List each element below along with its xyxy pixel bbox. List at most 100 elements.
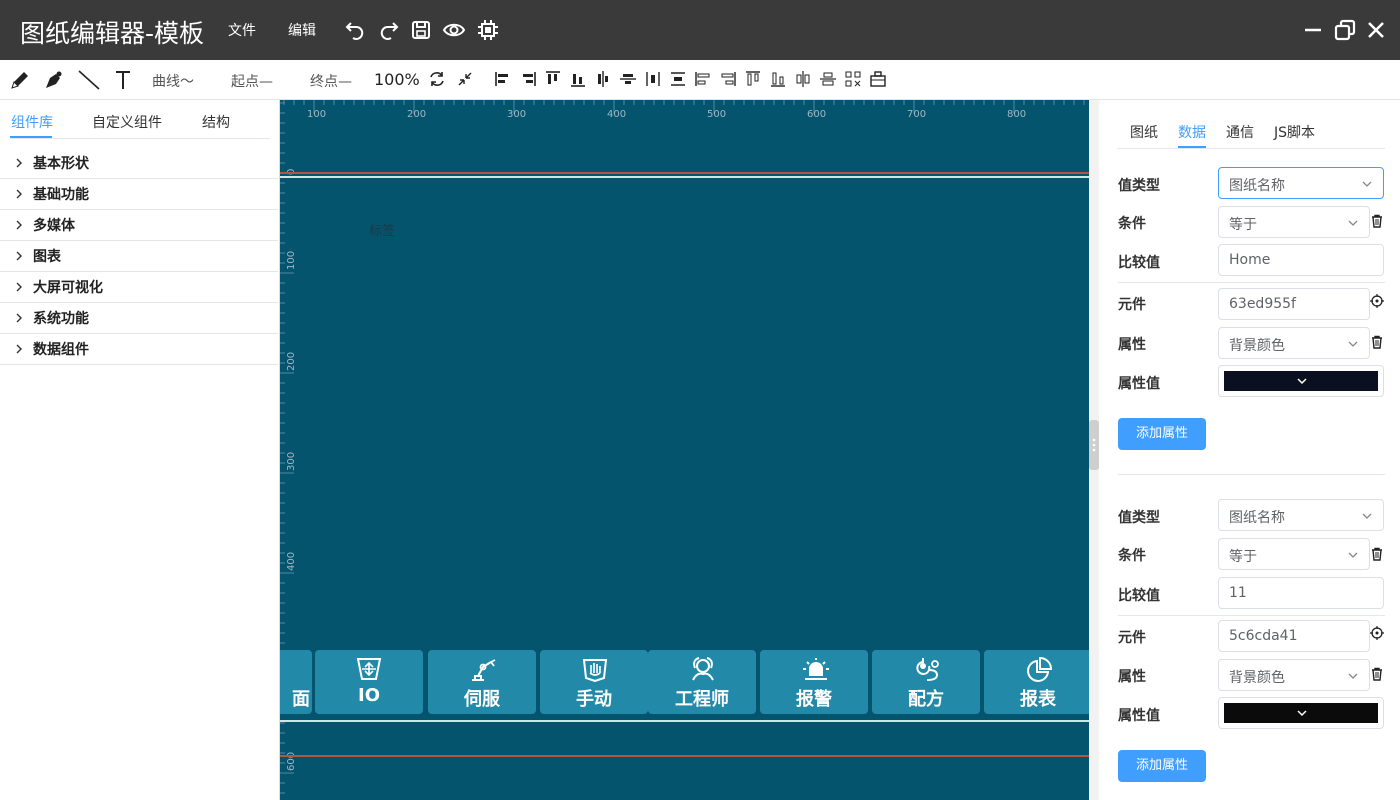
engineer-icon <box>692 657 714 681</box>
tab-drawing[interactable]: 图纸 <box>1130 122 1158 142</box>
tab-component-library[interactable]: 组件库 <box>11 112 53 132</box>
preview-eye-icon[interactable] <box>442 18 466 42</box>
curve-style[interactable]: 曲线〜 <box>152 71 194 91</box>
property-select[interactable]: 背景颜色 <box>1218 327 1370 359</box>
menu-file[interactable]: 文件 <box>228 20 256 40</box>
condition-select[interactable]: 等于 <box>1218 206 1370 238</box>
compare-value-input[interactable]: Home <box>1218 244 1384 276</box>
add-property-button[interactable]: 添加属性 <box>1118 418 1206 450</box>
group-icon[interactable] <box>844 70 862 88</box>
nav-button-alarm[interactable]: 报警 <box>760 650 868 714</box>
property-select[interactable]: 背景颜色 <box>1218 659 1370 691</box>
tab-divider <box>10 138 270 139</box>
chevron-right-icon <box>16 220 22 230</box>
undo-icon[interactable] <box>343 18 367 42</box>
align-left-icon[interactable] <box>494 70 512 88</box>
align-center-h-icon[interactable] <box>594 70 612 88</box>
add-property-button[interactable]: 添加属性 <box>1118 750 1206 782</box>
label-element[interactable]: 标签 <box>369 220 395 239</box>
nav-button-recipe[interactable]: 配方 <box>872 650 980 714</box>
io-icon <box>356 658 382 680</box>
nav-button-report[interactable]: 报表 <box>984 650 1089 714</box>
target-picker-icon[interactable] <box>1370 294 1384 308</box>
splitter-handle[interactable] <box>1089 420 1099 470</box>
tab-communication[interactable]: 通信 <box>1226 122 1254 142</box>
text-icon[interactable] <box>111 68 135 92</box>
same-height-bottom-icon[interactable] <box>769 70 787 88</box>
menu-edit[interactable]: 编辑 <box>288 20 316 40</box>
nav-button-partial[interactable]: 面 <box>280 650 312 714</box>
ruler-label: 100 <box>307 109 327 120</box>
trash-icon[interactable] <box>1370 335 1384 349</box>
trash-icon[interactable] <box>1370 214 1384 228</box>
trash-icon[interactable] <box>1370 667 1384 681</box>
restore-icon[interactable] <box>1333 18 1357 42</box>
nav-button-io[interactable]: IO <box>315 650 423 714</box>
nav-button-engineer[interactable]: 工程师 <box>648 650 756 714</box>
category-basic-functions[interactable]: 基础功能 <box>0 179 278 210</box>
close-icon[interactable] <box>1364 18 1388 42</box>
distribute-h-icon[interactable] <box>644 70 662 88</box>
shrink-icon[interactable] <box>456 70 474 88</box>
element-id-input[interactable]: 63ed955f <box>1218 288 1370 320</box>
same-width-left-icon[interactable] <box>694 70 712 88</box>
chip-icon[interactable] <box>476 18 500 42</box>
nav-button-manual[interactable]: 手动 <box>540 650 648 714</box>
category-big-screen[interactable]: 大屏可视化 <box>0 272 278 303</box>
same-height-top-icon[interactable] <box>744 70 762 88</box>
trash-icon[interactable] <box>1370 547 1384 561</box>
same-width-right-icon[interactable] <box>719 70 737 88</box>
alarm-icon <box>803 658 829 680</box>
ruler-label: 300 <box>507 109 527 120</box>
category-basic-shapes[interactable]: 基本形状 <box>0 148 278 179</box>
compare-value-input[interactable]: 11 <box>1218 577 1384 609</box>
redo-icon[interactable] <box>377 18 401 42</box>
target-picker-icon[interactable] <box>1370 626 1384 640</box>
category-charts[interactable]: 图表 <box>0 241 278 272</box>
nav-button-servo[interactable]: 伺服 <box>428 650 536 714</box>
tab-custom-components[interactable]: 自定义组件 <box>92 112 162 132</box>
component-panel: 组件库 自定义组件 结构 基本形状 基础功能 多媒体 图表 大屏可视化 系统功能 <box>0 100 280 800</box>
condition-select[interactable]: 等于 <box>1218 538 1370 570</box>
same-size-icon[interactable] <box>794 70 812 88</box>
end-arrow[interactable]: 终点— <box>310 71 352 91</box>
ruler-label: 200 <box>286 351 297 371</box>
select-value: 图纸名称 <box>1229 178 1285 194</box>
value-type-select[interactable]: 图纸名称 <box>1218 167 1384 199</box>
category-label: 系统功能 <box>33 311 89 327</box>
layer-icon[interactable] <box>869 70 887 88</box>
center-icon[interactable] <box>819 70 837 88</box>
pencil-icon[interactable] <box>8 68 32 92</box>
element-id-input[interactable]: 5c6cda41 <box>1218 620 1370 652</box>
category-system-functions[interactable]: 系统功能 <box>0 303 278 334</box>
tab-data[interactable]: 数据 <box>1178 122 1206 142</box>
tab-structure[interactable]: 结构 <box>202 112 230 132</box>
start-arrow[interactable]: 起点— <box>231 71 273 91</box>
align-center-v-icon[interactable] <box>619 70 637 88</box>
align-bottom-icon[interactable] <box>569 70 587 88</box>
save-icon[interactable] <box>409 18 433 42</box>
drawing-canvas[interactable]: 100 200 300 400 500 600 700 800 0 100 20… <box>280 100 1089 800</box>
align-right-icon[interactable] <box>519 70 537 88</box>
category-label: 基础功能 <box>33 187 89 203</box>
minimize-icon[interactable] <box>1301 18 1325 42</box>
robot-arm-icon <box>472 659 496 681</box>
line-icon[interactable] <box>77 68 101 92</box>
chevron-down-icon <box>1348 220 1358 226</box>
zoom-level[interactable]: 100% <box>374 70 420 89</box>
pen-icon[interactable] <box>42 68 66 92</box>
color-picker[interactable] <box>1218 365 1384 397</box>
condition-label: 条件 <box>1118 216 1146 232</box>
category-multimedia[interactable]: 多媒体 <box>0 210 278 241</box>
tab-js-script[interactable]: JS脚本 <box>1274 122 1315 142</box>
hand-icon <box>582 659 608 682</box>
element-label: 元件 <box>1118 630 1146 646</box>
distribute-v-icon[interactable] <box>669 70 687 88</box>
refresh-icon[interactable] <box>428 70 446 88</box>
color-picker[interactable] <box>1218 697 1384 729</box>
category-data-components[interactable]: 数据组件 <box>0 334 278 365</box>
color-swatch <box>1224 371 1378 391</box>
row-divider <box>1118 615 1385 616</box>
align-top-icon[interactable] <box>544 70 562 88</box>
value-type-select[interactable]: 图纸名称 <box>1218 499 1384 531</box>
